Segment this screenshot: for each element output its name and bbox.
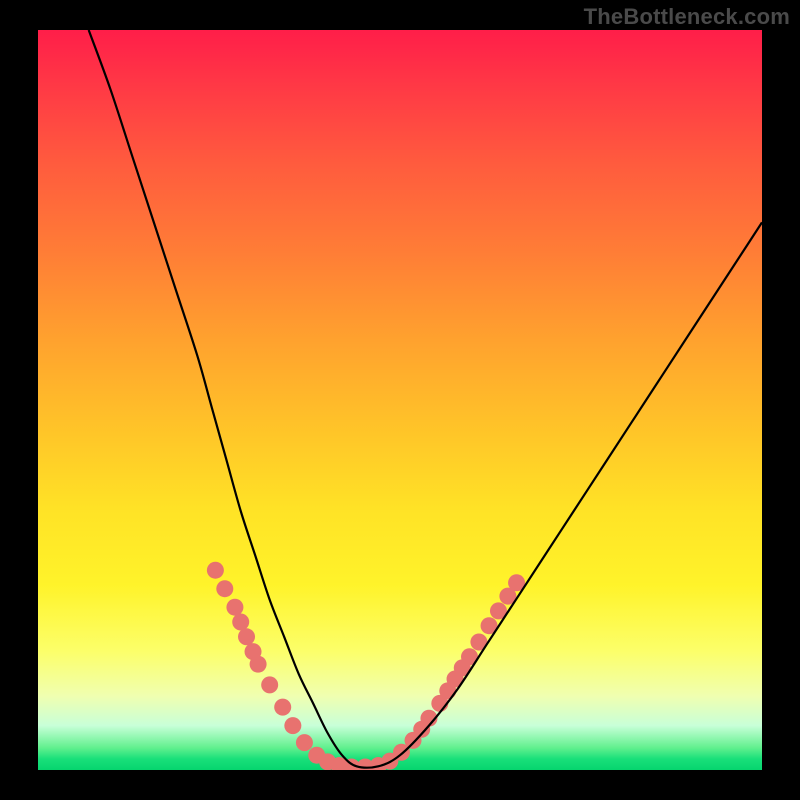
plot-frame (38, 30, 762, 770)
highlight-dot (238, 628, 255, 645)
highlight-dot (261, 676, 278, 693)
bottleneck-curve (89, 30, 762, 768)
watermark-text: TheBottleneck.com (584, 4, 790, 30)
chart-stage: TheBottleneck.com (0, 0, 800, 800)
highlight-dot (226, 599, 243, 616)
highlight-dot (296, 734, 313, 751)
highlight-dot (250, 656, 267, 673)
curve-layer (38, 30, 762, 770)
highlight-dot (274, 699, 291, 716)
highlight-dot (284, 717, 301, 734)
highlight-dot (207, 562, 224, 579)
highlight-dots (207, 562, 525, 770)
highlight-dot (216, 580, 233, 597)
highlight-dot (232, 614, 249, 631)
